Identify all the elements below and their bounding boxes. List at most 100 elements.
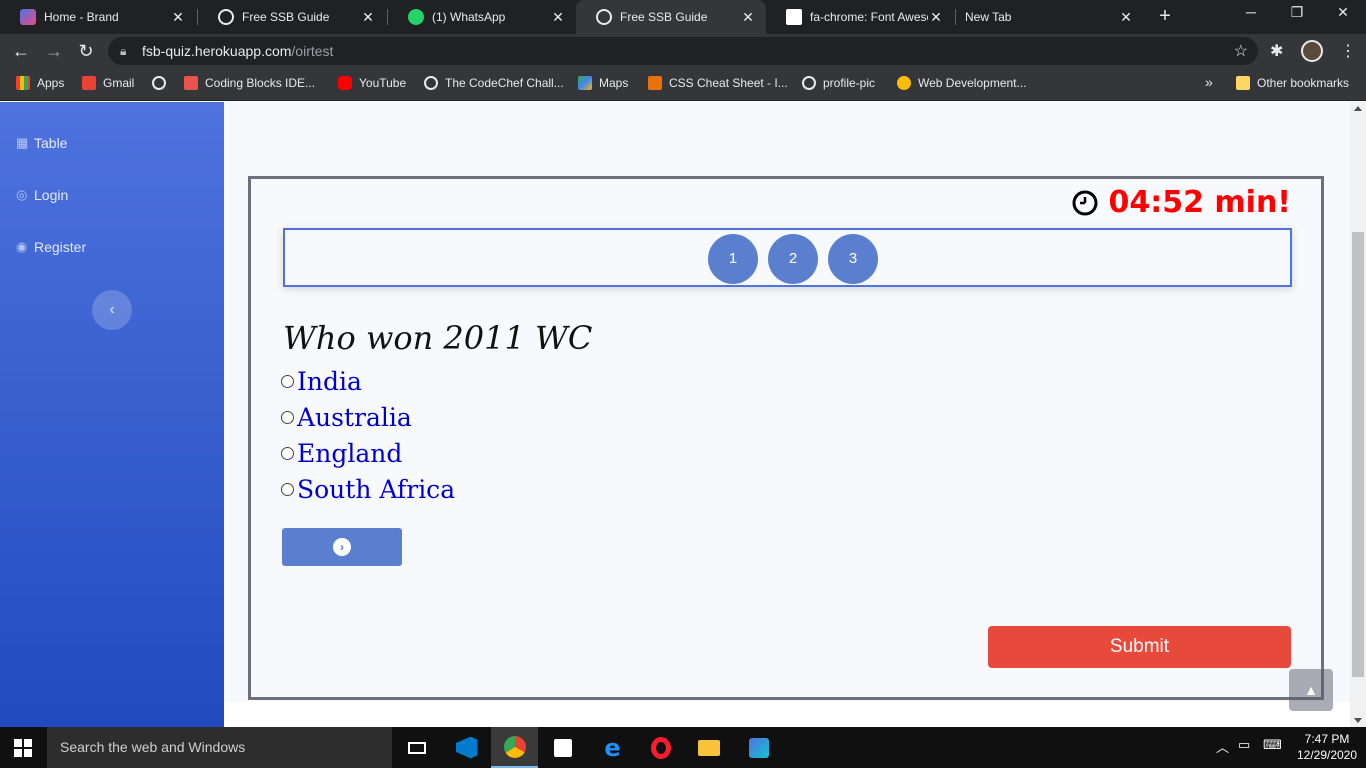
scroll-to-top-button[interactable]: ▲ — [1289, 669, 1333, 711]
close-tab-icon[interactable]: ✕ — [360, 9, 376, 26]
windows-taskbar: Search the web and Windows e ︿ ▭ ⌨ 7:47 … — [0, 727, 1366, 768]
coding-blocks-icon — [184, 76, 198, 90]
scroll-down-arrow-icon[interactable] — [1354, 718, 1362, 723]
tab-free-ssb-guide[interactable]: Free SSB Guide ✕ — [198, 0, 386, 34]
bookmarks-overflow-icon[interactable]: » — [1205, 74, 1213, 90]
back-icon[interactable]: ← — [10, 40, 32, 62]
clock-icon — [1072, 190, 1098, 215]
vscode-icon[interactable] — [443, 727, 490, 768]
question-2-button[interactable]: 2 — [768, 234, 818, 284]
store-icon[interactable] — [539, 727, 586, 768]
option-australia[interactable]: Australia — [281, 403, 412, 432]
bookmark-globe[interactable] — [152, 76, 173, 90]
flag-icon — [786, 9, 802, 25]
extensions-icon[interactable]: ✱ — [1270, 41, 1283, 61]
user-circle-icon: ◎ — [16, 187, 28, 202]
scrollbar-thumb[interactable] — [1352, 232, 1364, 677]
close-tab-icon[interactable]: ✕ — [740, 9, 756, 26]
question-3-button[interactable]: 3 — [828, 234, 878, 284]
radio-button[interactable] — [281, 411, 294, 424]
submit-button[interactable]: Submit — [988, 626, 1291, 668]
radio-button[interactable] — [281, 483, 294, 496]
tab-fa-chrome[interactable]: fa-chrome: Font Aweso ✕ — [766, 0, 954, 34]
forward-icon[interactable]: → — [43, 40, 65, 62]
close-tab-icon[interactable]: ✕ — [170, 9, 186, 26]
notification-icon[interactable]: ▭ — [1238, 737, 1250, 753]
option-india[interactable]: India — [281, 367, 362, 396]
bookmark-profile-pic[interactable]: profile-pic — [802, 76, 875, 90]
minimize-icon[interactable]: ─ — [1236, 4, 1266, 20]
bookmark-coding-blocks[interactable]: Coding Blocks IDE... — [184, 76, 315, 90]
edge-icon[interactable]: e — [589, 727, 636, 768]
tab-whatsapp[interactable]: (1) WhatsApp ✕ — [388, 0, 576, 34]
profile-avatar[interactable] — [1301, 40, 1323, 62]
bookmark-codechef[interactable]: The CodeChef Chall... — [424, 76, 564, 90]
browser-toolbar: ← → ↻ 🔒︎ fsb-quiz.herokuapp.com/oirtest … — [0, 34, 1366, 68]
gmail-icon — [82, 76, 96, 90]
chevron-right-circle-icon: › — [333, 538, 351, 556]
tab-new-tab[interactable]: New Tab ✕ — [956, 0, 1144, 34]
bookmark-label: The CodeChef Chall... — [445, 76, 564, 90]
chrome-icon[interactable] — [491, 727, 538, 768]
bookmark-gmail[interactable]: Gmail — [82, 76, 134, 90]
radio-button[interactable] — [281, 447, 294, 460]
option-label[interactable]: India — [297, 367, 362, 396]
radio-button[interactable] — [281, 375, 294, 388]
option-label[interactable]: England — [297, 439, 402, 468]
footer-strip — [224, 702, 1350, 727]
keyboard-icon[interactable]: ⌨ — [1263, 737, 1282, 753]
close-tab-icon[interactable]: ✕ — [550, 9, 566, 26]
opera-icon[interactable] — [637, 727, 684, 768]
option-south-africa[interactable]: South Africa — [281, 475, 455, 504]
bookmark-maps[interactable]: Maps — [578, 76, 628, 90]
tab-title: Home - Brand — [44, 10, 119, 24]
bookmarks-bar: Apps Gmail Coding Blocks IDE... YouTube … — [0, 68, 1366, 101]
tray-chevron-up-icon[interactable]: ︿ — [1216, 737, 1229, 756]
sidebar-item-register[interactable]: ◉ Register — [16, 239, 86, 255]
sidebar-item-login[interactable]: ◎ Login — [16, 187, 68, 203]
option-label[interactable]: South Africa — [297, 475, 455, 504]
sidebar-item-table[interactable]: ▦ Table — [16, 135, 67, 151]
task-view-icon[interactable] — [393, 727, 440, 768]
globe-icon — [596, 9, 612, 25]
bookmark-css-cheat-sheet[interactable]: CSS Cheat Sheet - I... — [648, 76, 788, 90]
new-tab-button[interactable]: + — [1154, 6, 1176, 28]
bookmark-youtube[interactable]: YouTube — [338, 76, 406, 90]
other-bookmarks[interactable]: Other bookmarks — [1236, 76, 1349, 90]
bookmark-star-icon[interactable]: ☆ — [1234, 41, 1248, 61]
windows-start-icon[interactable] — [14, 739, 32, 757]
close-window-icon[interactable]: ✕ — [1328, 4, 1358, 21]
bookmark-apps[interactable]: Apps — [16, 76, 64, 90]
option-label[interactable]: Australia — [297, 403, 412, 432]
taskbar-clock[interactable]: 7:47 PM 12/29/2020 — [1295, 731, 1359, 763]
url-path: /oirtest — [291, 43, 334, 59]
folder-icon — [1236, 76, 1250, 90]
bookmark-label: YouTube — [359, 76, 407, 90]
sidebar-toggle-button[interactable]: ‹ — [92, 290, 132, 330]
bookmark-label: Coding Blocks IDE... — [205, 76, 316, 90]
taskbar-time: 7:47 PM — [1304, 732, 1350, 746]
youtube-icon — [338, 76, 352, 90]
close-tab-icon[interactable]: ✕ — [1118, 9, 1134, 26]
tab-home-brand[interactable]: Home - Brand ✕ — [0, 0, 196, 34]
bookmark-web-development[interactable]: Web Development... — [897, 76, 1027, 90]
next-question-button[interactable]: › — [282, 528, 402, 566]
app-icon[interactable] — [735, 727, 782, 768]
file-explorer-icon[interactable] — [685, 727, 732, 768]
bookmark-label: CSS Cheat Sheet - I... — [669, 76, 788, 90]
user-circle-icon: ◉ — [16, 239, 28, 254]
address-bar[interactable]: 🔒︎ fsb-quiz.herokuapp.com/oirtest ☆ — [108, 37, 1258, 65]
menu-icon[interactable]: ⋮ — [1340, 41, 1356, 61]
tab-free-ssb-guide-active[interactable]: Free SSB Guide ✕ — [576, 0, 766, 34]
page-scrollbar[interactable] — [1350, 102, 1366, 727]
scroll-up-arrow-icon[interactable] — [1354, 106, 1362, 111]
restore-icon[interactable]: ❐ — [1282, 4, 1312, 21]
url-host: fsb-quiz.herokuapp.com — [142, 43, 292, 59]
question-1-button[interactable]: 1 — [708, 234, 758, 284]
close-tab-icon[interactable]: ✕ — [928, 9, 944, 26]
maps-icon — [578, 76, 592, 90]
taskbar-search-box[interactable]: Search the web and Windows — [47, 727, 392, 768]
other-bookmarks-label: Other bookmarks — [1257, 76, 1350, 90]
reload-icon[interactable]: ↻ — [75, 40, 97, 62]
option-england[interactable]: England — [281, 439, 402, 468]
